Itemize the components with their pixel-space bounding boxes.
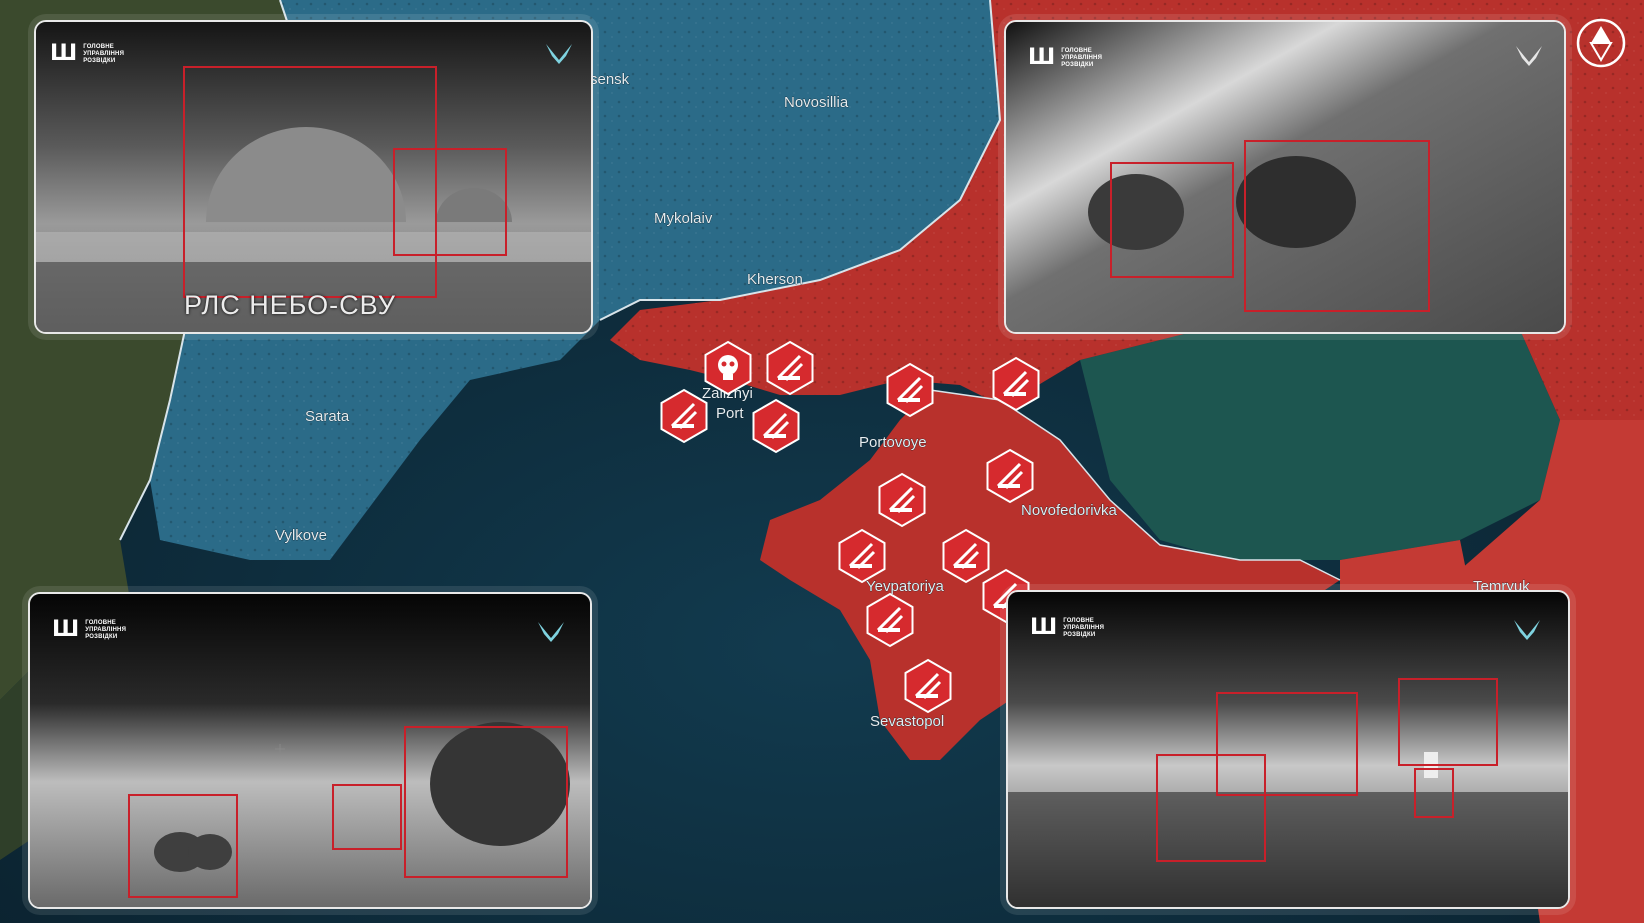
target-box xyxy=(1244,140,1430,312)
target-box xyxy=(1110,162,1234,278)
agency-name: ГОЛОВНЕ УПРАВЛІННЯ РОЗВІДКИ xyxy=(1063,618,1105,638)
target-box xyxy=(1156,754,1266,862)
thermal-feed-bottom-left: Ш ГОЛОВНЕ УПРАВЛІННЯ РОЗВІДКИ xyxy=(28,592,592,909)
bird-emblem-icon xyxy=(1516,46,1542,66)
feed-caption: РЛС НЕБО-СВУ xyxy=(184,290,396,320)
target-box xyxy=(128,794,238,898)
place-label: Portovoye xyxy=(859,434,927,451)
target-box xyxy=(1414,768,1454,818)
agency-name: ГОЛОВНЕ УПРАВЛІННЯ РОЗВІДКИ xyxy=(85,620,127,640)
map-stage: sensk Novosillia Mykolaiv Kherson Sarata… xyxy=(0,0,1644,923)
thermal-feed-bottom-right: Ш ГОЛОВНЕ УПРАВЛІННЯ РОЗВІДКИ xyxy=(1006,590,1570,909)
agency-logo: Ш ГОЛОВНЕ УПРАВЛІННЯ РОЗВІДКИ xyxy=(1028,45,1103,70)
bird-emblem-icon xyxy=(1514,620,1540,640)
bird-emblem-icon xyxy=(538,622,564,642)
agency-logo: Ш ГОЛОВНЕ УПРАВЛІННЯ РОЗВІДКИ xyxy=(1030,615,1105,640)
place-label: sensk xyxy=(590,71,630,88)
north-compass-icon[interactable] xyxy=(1576,18,1626,68)
place-label: Sevastopol xyxy=(870,713,944,730)
bird-emblem-icon xyxy=(546,44,572,64)
place-label: Vylkove xyxy=(275,527,327,544)
thermal-feed-top-right: Ш ГОЛОВНЕ УПРАВЛІННЯ РОЗВІДКИ xyxy=(1004,20,1566,334)
place-label: Mykolaiv xyxy=(654,210,713,227)
place-label: Kherson xyxy=(747,271,803,288)
trident-icon: Ш xyxy=(1030,615,1058,640)
place-label: Sarata xyxy=(305,408,350,425)
agency-logo: Ш ГОЛОВНЕ УПРАВЛІННЯ РОЗВІДКИ xyxy=(50,41,125,66)
target-box xyxy=(332,784,402,850)
agency-logo: Ш ГОЛОВНЕ УПРАВЛІННЯ РОЗВІДКИ xyxy=(52,617,127,642)
trident-icon: Ш xyxy=(1028,45,1056,70)
place-label: Novofedorivka xyxy=(1021,502,1118,519)
trident-icon: Ш xyxy=(50,41,78,66)
place-label: Yevpatoriya xyxy=(866,578,944,595)
agency-name: ГОЛОВНЕ УПРАВЛІННЯ РОЗВІДКИ xyxy=(1061,48,1103,68)
target-box xyxy=(393,148,507,256)
agency-name: ГОЛОВНЕ УПРАВЛІННЯ РОЗВІДКИ xyxy=(83,44,125,64)
trident-icon: Ш xyxy=(52,617,80,642)
thermal-feed-top-left: Ш ГОЛОВНЕ УПРАВЛІННЯ РОЗВІДКИ РЛС НЕБО-С… xyxy=(34,20,593,334)
target-box xyxy=(404,726,568,878)
target-box xyxy=(1398,678,1498,766)
place-label: Novosillia xyxy=(784,94,849,111)
